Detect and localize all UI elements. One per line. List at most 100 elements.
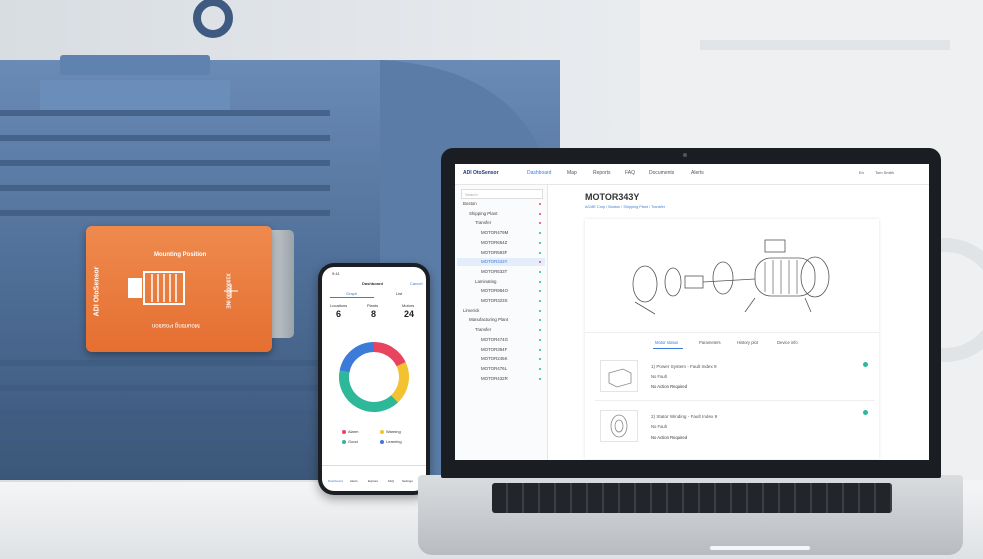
tree-status-dot — [539, 367, 541, 370]
laptop-hinge-notch — [710, 546, 810, 550]
stat-label-motors: Motors — [402, 303, 415, 308]
stat-label-locations: Locations — [330, 303, 348, 308]
tree-item-label: MOTOR343Y — [481, 259, 508, 265]
tree-status-dot — [539, 270, 541, 273]
legend-dot-good — [342, 439, 346, 444]
laptop-keyboard — [492, 483, 892, 513]
phone-time: 9:41 — [332, 271, 340, 276]
motor-diagram-icon — [122, 268, 194, 308]
fault-1-status: No Fault — [651, 374, 667, 379]
product-scene: Mounting Position ADI OtoSensor X1000000… — [0, 0, 983, 559]
tree-item-label: Manufacturing Plant — [469, 317, 509, 323]
otosensor-device: Mounting Position ADI OtoSensor X1000000… — [86, 226, 272, 352]
sensor-serial: X10000000 INE — [224, 273, 231, 309]
legend-label-good: Good — [348, 439, 358, 444]
fault-2-status: No Fault — [651, 424, 667, 429]
tree-item-label: Boston — [463, 201, 477, 206]
bottom-nav-alerts[interactable]: Alerts — [350, 479, 358, 483]
stat-label-plants: Plants — [367, 303, 379, 308]
stator-winding-thumbnail — [600, 410, 638, 442]
phone-screen: 9:41 Dashboard Cancel Graph List Locatio… — [322, 267, 426, 491]
tree-status-dot — [539, 338, 541, 341]
fault-1-action: No Action Required — [651, 384, 688, 389]
tab-device-info[interactable]: Device info — [777, 340, 798, 345]
legend-dot-alarm — [342, 429, 346, 434]
tree-item-label: Shipping Plant — [469, 210, 498, 216]
bottom-nav-dashboard[interactable]: Dashboard — [328, 479, 343, 483]
tree-item-label: MOTOR323S — [481, 298, 508, 303]
legend-good: Good — [342, 439, 358, 444]
user-menu[interactable]: Tom Smith — [875, 170, 894, 175]
bottom-nav-faq[interactable]: FAQ — [388, 479, 394, 483]
tab-motor-status[interactable]: Motor status — [655, 340, 678, 345]
tree-item-label: MOTOR474G — [481, 336, 509, 342]
tree-status-dot — [539, 300, 541, 302]
bottom-nav-divider — [322, 465, 426, 466]
legend-alarm: Alarm — [342, 429, 358, 434]
tree-status-dot — [539, 280, 541, 283]
legend-dot-warning — [380, 429, 384, 434]
search-placeholder: Search — [465, 191, 478, 197]
tab-parameters[interactable]: Parameters — [699, 340, 721, 345]
donut-segment-alarm — [373, 342, 406, 367]
fault-1-title: 1) Power System - Fault Index 9 — [651, 364, 717, 369]
active-tab-indicator — [653, 348, 683, 349]
nav-faq[interactable]: FAQ — [625, 170, 635, 176]
bottom-nav-settings[interactable]: Settings — [402, 479, 413, 483]
tree-item-label: MOTOR432R — [481, 375, 508, 381]
fault-2-action: No Action Required — [651, 435, 688, 440]
tab-history-plot[interactable]: History plot — [737, 340, 758, 345]
donut-segment-good — [339, 370, 398, 412]
status-donut-chart — [339, 342, 409, 412]
stat-value-motors: 24 — [404, 309, 415, 319]
legend-learning: Learning — [380, 439, 402, 444]
tree-item[interactable] — [457, 219, 545, 227]
tree-status-dot — [539, 203, 541, 205]
legend-label-alarm: Alarm — [348, 429, 359, 434]
tree-status-dot — [539, 377, 541, 380]
legend-label-learning: Learning — [386, 439, 402, 444]
nav-alerts[interactable]: Alerts — [691, 170, 704, 176]
breadcrumb: ACME Corp / Boston / Shipping Plant / Tr… — [585, 205, 665, 209]
tree-item-label: MOTOR654Z — [481, 239, 508, 245]
exploded-motor-drawing — [632, 239, 830, 315]
language-selector[interactable]: En — [859, 170, 864, 175]
fault-divider — [595, 400, 875, 401]
phone-tab-indicator — [330, 297, 374, 298]
tree-item-label: MOTOR593F — [481, 249, 508, 255]
laptop-brand-logo: ADI OtoSensor — [463, 170, 499, 176]
sensor-title: Mounting Position — [154, 252, 207, 258]
stat-value-plants: 8 — [371, 309, 377, 319]
donut-segment-learning — [339, 342, 375, 373]
tree-item[interactable] — [457, 326, 545, 334]
bottom-nav-explore[interactable]: Explore — [368, 479, 378, 483]
sensor-brand: ADI OtoSensor — [93, 266, 101, 317]
legend-warning: Warning — [380, 429, 401, 434]
tree-status-dot — [539, 251, 541, 254]
motor-title: MOTOR343Y — [585, 192, 640, 202]
nav-dashboard[interactable]: Dashboard — [527, 170, 551, 176]
laptop-screen: ADI OtoSensor Dashboard Map Reports FAQ … — [455, 164, 929, 460]
tree-item-label: MOTOR533T — [481, 268, 508, 274]
fault-1-status-indicator — [863, 362, 868, 367]
search-input[interactable]: Search — [461, 189, 543, 199]
stat-value-locations: 6 — [336, 309, 342, 319]
phone-tab-graph[interactable]: Graph — [346, 291, 357, 296]
phone-cancel-button[interactable]: Cancel — [410, 281, 422, 286]
smartphone: 9:41 Dashboard Cancel Graph List Locatio… — [318, 263, 430, 495]
tree-item-label: Transfer — [475, 327, 492, 333]
tree-status-dot — [539, 212, 541, 215]
webcam — [683, 153, 687, 157]
nav-map[interactable]: Map — [567, 170, 577, 176]
fault-2-status-indicator — [863, 410, 868, 415]
tree-item-label: Transfer — [475, 220, 492, 226]
tabs-divider — [585, 332, 879, 333]
nav-reports[interactable]: Reports — [593, 170, 611, 176]
legend-dot-learning — [380, 439, 384, 444]
phone-tab-list[interactable]: List — [396, 291, 402, 296]
legend-label-warning: Warning — [386, 429, 401, 434]
tree-item[interactable] — [457, 278, 545, 286]
tree-item-label: Laminating — [475, 278, 497, 284]
phone-title: Dashboard — [362, 281, 383, 286]
nav-documents[interactable]: Documents — [649, 170, 674, 176]
